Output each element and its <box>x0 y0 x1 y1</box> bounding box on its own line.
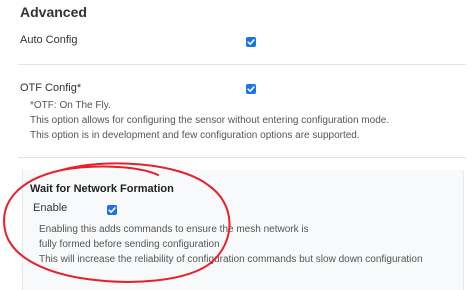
divider <box>18 157 466 158</box>
enable-checkbox[interactable] <box>107 205 117 215</box>
divider <box>18 64 466 65</box>
otf-config-label: OTF Config* <box>20 82 82 94</box>
help-line: Enabling this adds commands to ensure th… <box>39 224 309 235</box>
help-line: This option is in development and few co… <box>30 130 360 141</box>
help-line: fully formed before sending configuratio… <box>39 239 220 250</box>
auto-config-label: Auto Config <box>20 34 78 46</box>
otf-config-help: *OTF: On The Fly. This option allows for… <box>30 98 389 143</box>
checkmark-icon <box>247 86 255 92</box>
otf-config-checkbox[interactable] <box>246 84 256 94</box>
auto-config-checkbox[interactable] <box>246 37 256 47</box>
help-line: *OTF: On The Fly. <box>30 100 111 111</box>
section-title: Advanced <box>20 4 87 20</box>
checkmark-icon <box>108 207 116 213</box>
help-line: This option allows for configuring the s… <box>30 115 390 126</box>
checkmark-icon <box>247 39 255 45</box>
network-formation-title: Wait for Network Formation <box>30 183 174 195</box>
network-formation-help: Enabling this adds commands to ensure th… <box>39 222 423 267</box>
enable-label: Enable <box>33 202 68 214</box>
help-line: This will increase the reliability of co… <box>39 254 423 265</box>
